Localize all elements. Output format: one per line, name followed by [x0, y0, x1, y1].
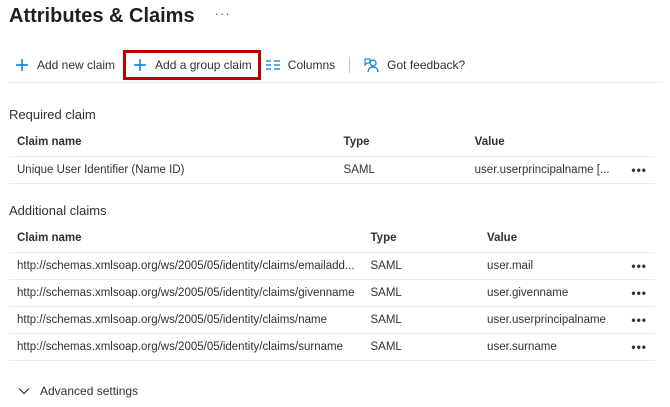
plus-icon	[14, 57, 30, 73]
row-more-button[interactable]: •••	[631, 286, 647, 300]
add-group-claim-button[interactable]: Add a group claim	[123, 50, 261, 80]
table-row[interactable]: http://schemas.xmlsoap.org/ws/2005/05/id…	[9, 306, 655, 334]
columns-icon	[265, 57, 281, 73]
row-actions-cell: •••	[618, 306, 655, 334]
add-group-claim-label: Add a group claim	[155, 58, 252, 72]
claim-type-cell: SAML	[362, 333, 480, 361]
column-header-value[interactable]: Value	[466, 128, 618, 157]
column-header-actions	[618, 224, 655, 253]
toolbar-divider	[349, 57, 351, 73]
chevron-down-icon	[18, 385, 30, 397]
advanced-settings-label: Advanced settings	[40, 384, 139, 398]
table-row[interactable]: http://schemas.xmlsoap.org/ws/2005/05/id…	[9, 252, 655, 280]
claim-type-cell: SAML	[362, 279, 480, 307]
claim-type-cell: SAML	[362, 306, 480, 334]
row-more-button[interactable]: •••	[631, 259, 647, 273]
column-header-claim-name[interactable]: Claim name	[9, 128, 336, 157]
table-row[interactable]: http://schemas.xmlsoap.org/ws/2005/05/id…	[9, 279, 655, 307]
feedback-label: Got feedback?	[387, 58, 466, 72]
claim-name-cell[interactable]: Unique User Identifier (Name ID)	[9, 156, 336, 184]
claim-name-cell[interactable]: http://schemas.xmlsoap.org/ws/2005/05/id…	[9, 333, 363, 361]
claim-value-cell: user.givenname	[479, 279, 619, 307]
row-actions-cell: •••	[618, 333, 655, 361]
feedback-button[interactable]: Got feedback?	[358, 52, 471, 78]
feedback-icon	[364, 57, 380, 73]
more-options-button[interactable]: ···	[215, 6, 231, 21]
additional-claims-table: Claim name Type Value http://schemas.xml…	[9, 224, 655, 361]
column-header-value[interactable]: Value	[479, 224, 619, 253]
column-header-type[interactable]: Type	[362, 224, 480, 253]
plus-icon	[132, 57, 148, 73]
row-more-button[interactable]: •••	[631, 340, 647, 354]
claim-value-cell: user.userprincipalname	[479, 306, 619, 334]
attributes-claims-page: Attributes & Claims ··· Add new claim Ad…	[0, 0, 670, 407]
table-row[interactable]: http://schemas.xmlsoap.org/ws/2005/05/id…	[9, 333, 655, 361]
add-new-claim-button[interactable]: Add new claim	[8, 52, 121, 78]
claim-type-cell: SAML	[335, 156, 467, 184]
add-new-claim-label: Add new claim	[37, 58, 116, 72]
claim-value-cell: user.userprincipalname [...	[466, 156, 618, 184]
claim-name-cell[interactable]: http://schemas.xmlsoap.org/ws/2005/05/id…	[9, 306, 363, 334]
claim-value-cell: user.surname	[479, 333, 619, 361]
table-header-row: Claim name Type Value	[9, 128, 655, 157]
row-more-button[interactable]: •••	[631, 163, 647, 177]
row-more-button[interactable]: •••	[631, 313, 647, 327]
row-actions-cell: •••	[618, 252, 655, 280]
claim-name-cell[interactable]: http://schemas.xmlsoap.org/ws/2005/05/id…	[9, 279, 363, 307]
claim-name-cell[interactable]: http://schemas.xmlsoap.org/ws/2005/05/id…	[9, 252, 363, 280]
columns-label: Columns	[287, 58, 336, 72]
required-claim-heading: Required claim	[9, 107, 96, 122]
table-row[interactable]: Unique User Identifier (Name ID) SAML us…	[9, 156, 655, 184]
column-header-actions	[617, 128, 655, 157]
column-header-type[interactable]: Type	[335, 128, 467, 157]
row-actions-cell: •••	[617, 156, 655, 184]
columns-button[interactable]: Columns	[259, 52, 341, 78]
required-claim-table: Claim name Type Value Unique User Identi…	[9, 128, 655, 184]
table-header-row: Claim name Type Value	[9, 224, 655, 253]
advanced-settings-toggle[interactable]: Advanced settings	[18, 384, 138, 398]
page-title: Attributes & Claims	[9, 4, 195, 27]
claim-type-cell: SAML	[362, 252, 480, 280]
additional-claims-heading: Additional claims	[9, 203, 107, 218]
title-row: Attributes & Claims ···	[9, 2, 231, 30]
claim-value-cell: user.mail	[479, 252, 619, 280]
row-actions-cell: •••	[618, 279, 655, 307]
command-bar: Add new claim Add a group claim Columns	[8, 50, 662, 83]
column-header-claim-name[interactable]: Claim name	[9, 224, 363, 253]
